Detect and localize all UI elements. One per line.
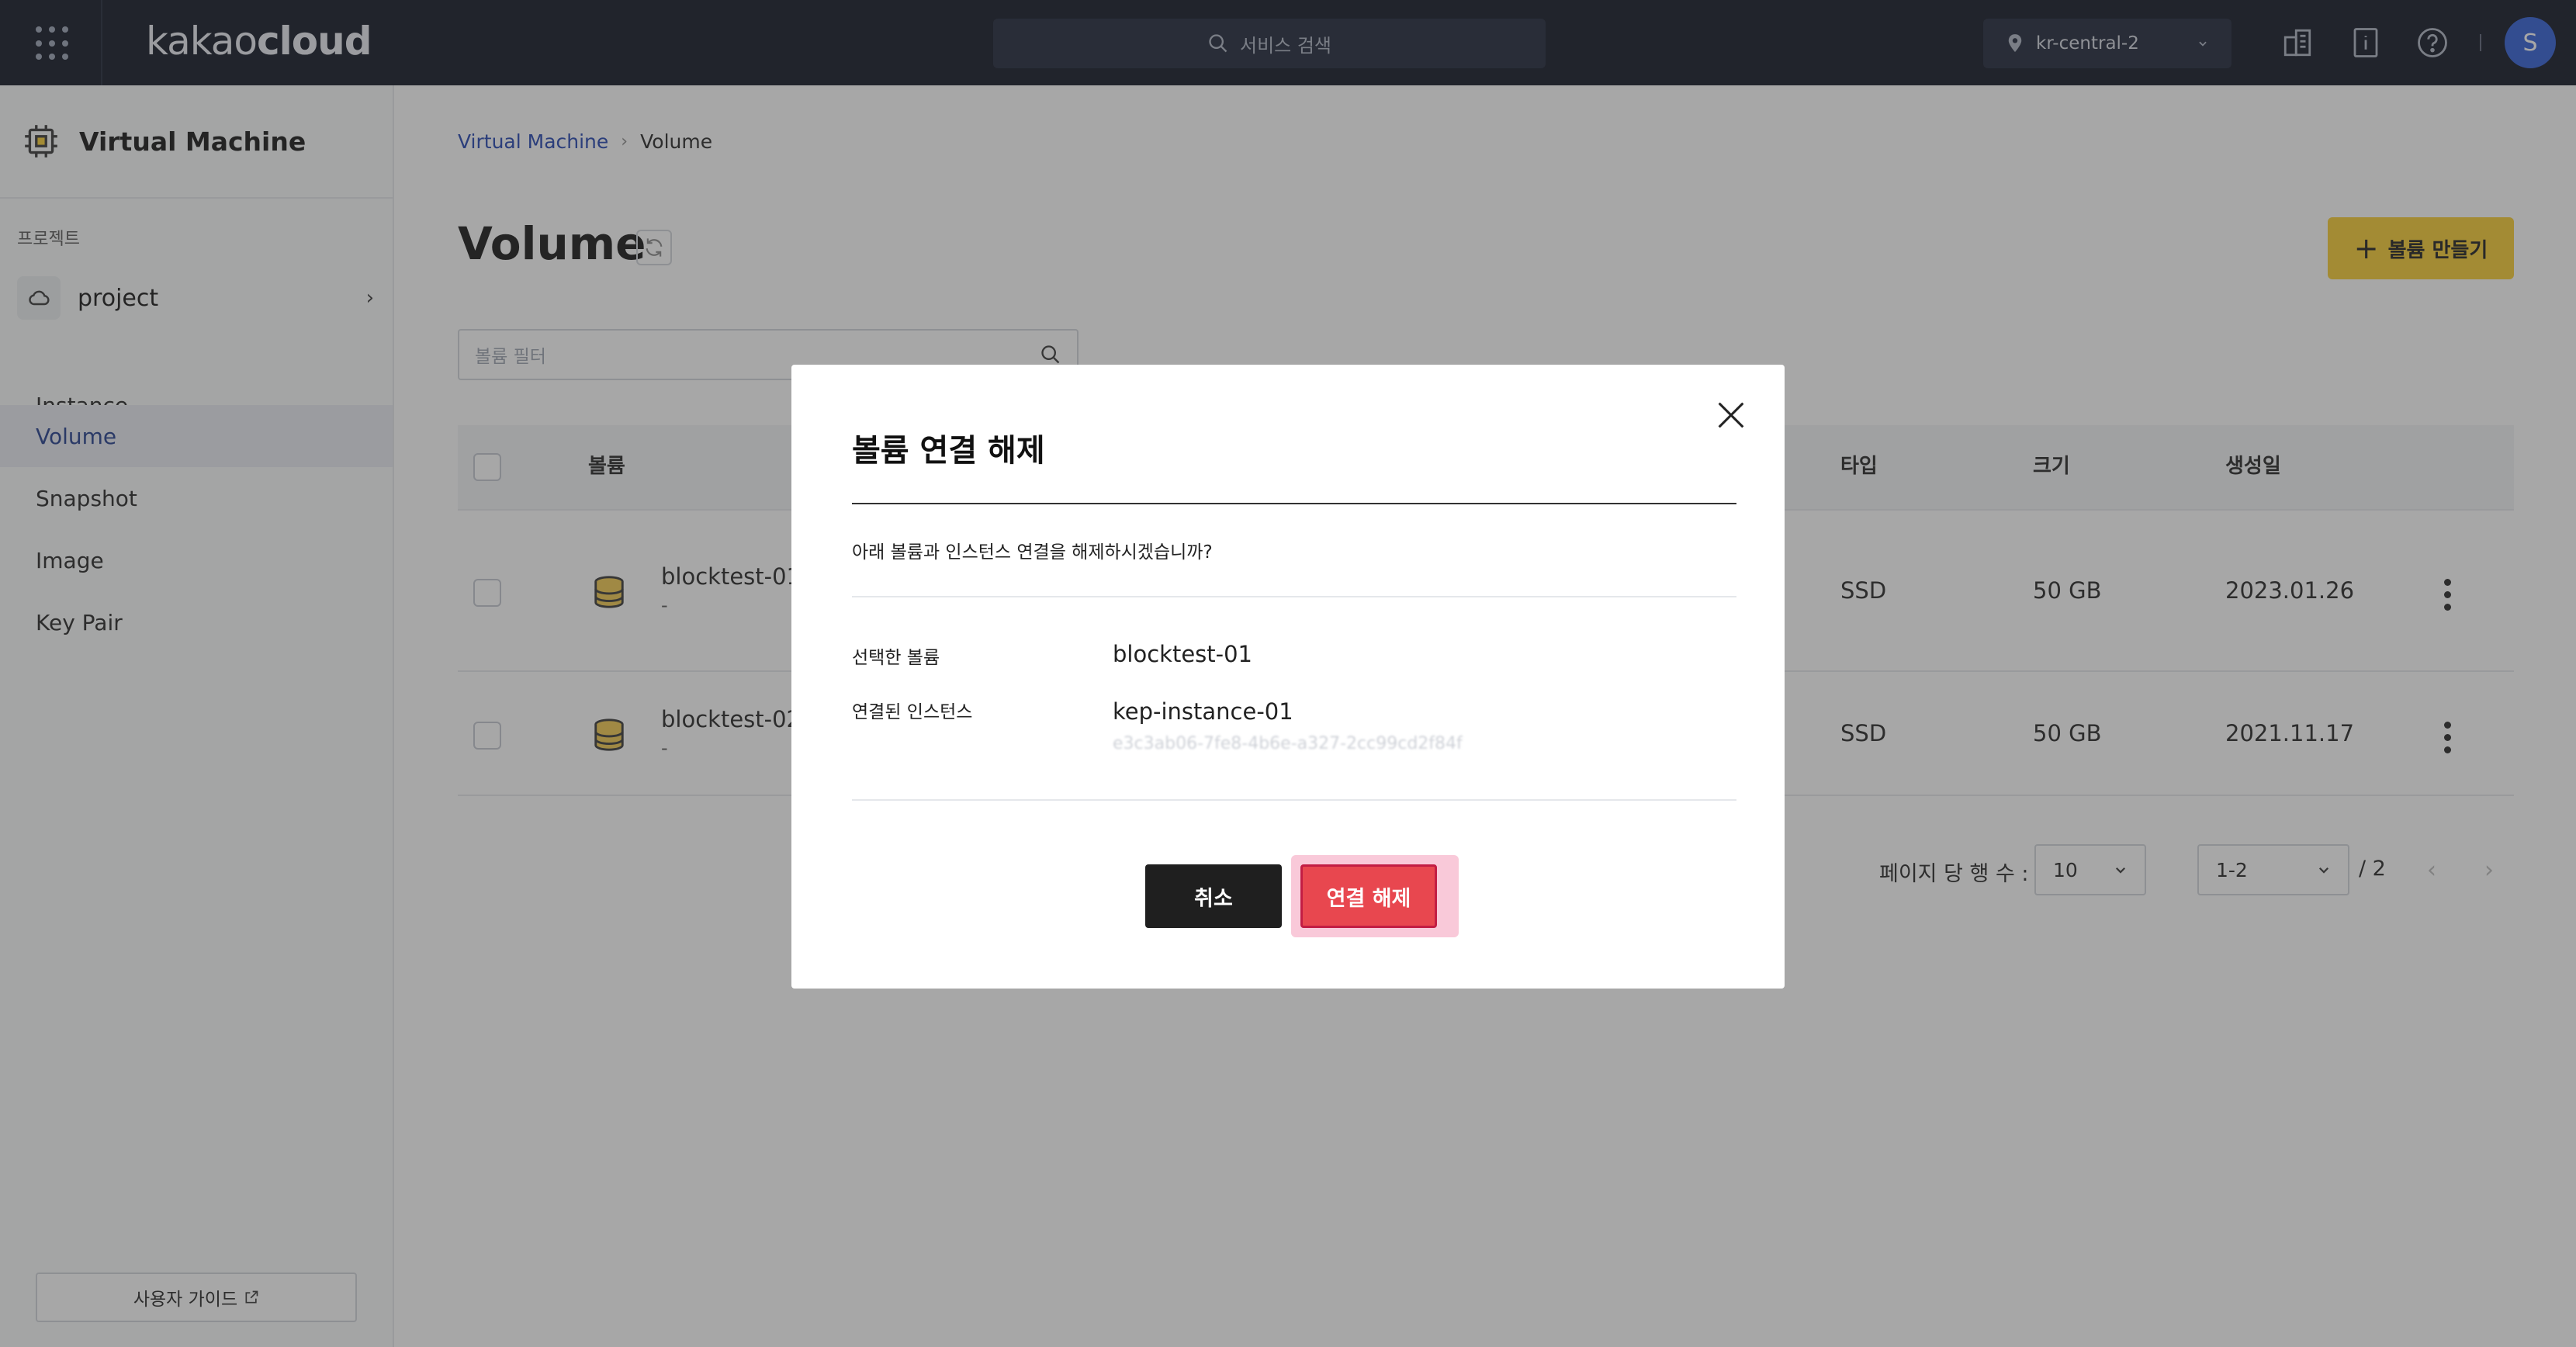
confirm-button-highlight: 연결 해제	[1291, 855, 1459, 937]
selected-volume-value: blocktest-01	[1113, 641, 1253, 667]
cancel-button[interactable]: 취소	[1145, 864, 1282, 928]
dialog-title: 볼륨 연결 해제	[852, 433, 1045, 469]
detach-confirm-button[interactable]: 연결 해제	[1300, 864, 1437, 928]
detach-volume-dialog: 볼륨 연결 해제 아래 볼륨과 인스턴스 연결을 해제하시겠습니까? 선택한 볼…	[791, 365, 1785, 989]
selected-volume-label: 선택한 볼륨	[852, 648, 940, 668]
dialog-question: 아래 볼륨과 인스턴스 연결을 해제하시겠습니까?	[852, 542, 1213, 563]
divider	[852, 503, 1736, 504]
attached-instance-label: 연결된 인스턴스	[852, 702, 973, 722]
close-button[interactable]	[1713, 397, 1749, 433]
close-icon	[1718, 402, 1744, 428]
instance-id-blurred: e3c3ab06-7fe8-4b6e-a327-2cc99cd2f84f	[1113, 734, 1463, 753]
divider	[852, 596, 1736, 597]
divider	[852, 799, 1736, 801]
attached-instance-value: kep-instance-01	[1113, 698, 1293, 725]
